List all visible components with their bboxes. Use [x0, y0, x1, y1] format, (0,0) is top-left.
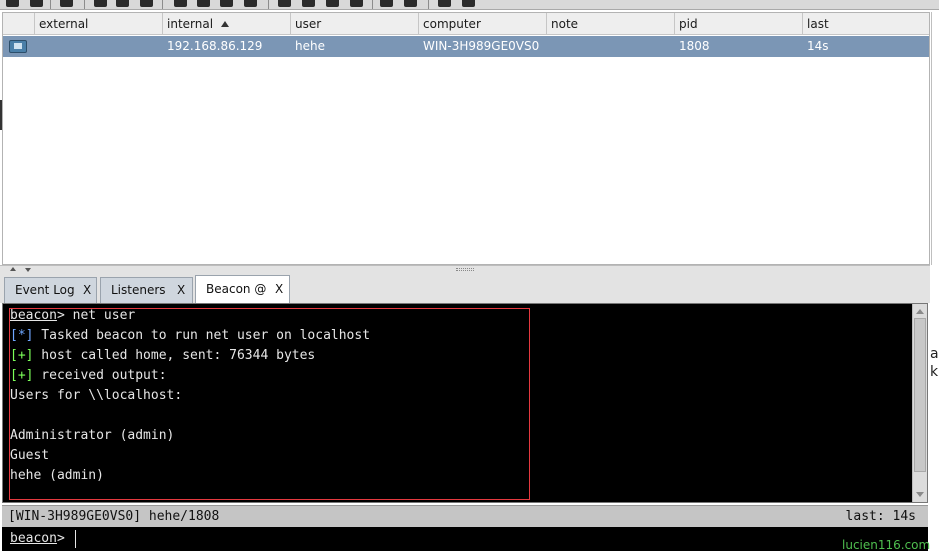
cube-icon[interactable] — [462, 0, 475, 7]
input-prompt: beacon> — [10, 531, 65, 546]
edge-text: k — [930, 364, 939, 380]
console-scrollbar[interactable] — [912, 304, 927, 502]
main-toolbar — [0, 0, 939, 10]
keystrokes-icon[interactable] — [220, 0, 233, 7]
cell-computer: WIN-3H989GE0VS0 — [423, 39, 540, 53]
command-line: beacon> — [2, 527, 928, 551]
column-header-pid[interactable]: pid — [675, 13, 803, 35]
notes-icon[interactable] — [438, 0, 451, 7]
tab-event-log[interactable]: Event Log X — [4, 277, 97, 303]
help-icon[interactable] — [380, 0, 393, 7]
column-header-icon[interactable] — [3, 13, 35, 35]
tab-close-button[interactable]: X — [83, 278, 91, 303]
table-row[interactable]: 192.168.86.129 hehe WIN-3H989GE0VS0 1808… — [3, 36, 929, 57]
host-file-icon[interactable] — [326, 0, 339, 7]
cell-note — [547, 36, 675, 57]
downloads-icon[interactable] — [197, 0, 210, 7]
toolbar-separator — [162, 0, 163, 9]
toolbar-separator — [428, 0, 429, 9]
edge-text: a — [930, 346, 939, 362]
cell-internal: 192.168.86.129 — [167, 39, 263, 53]
console-line: beacon> net user — [10, 308, 136, 323]
session-table-icon[interactable] — [116, 0, 129, 7]
watermark-text: lucien116.com — [842, 538, 931, 552]
console-line: [+] host called home, sent: 76344 bytes — [10, 348, 316, 363]
scripted-web-delivery-icon[interactable] — [302, 0, 315, 7]
console-line: [*] Tasked beacon to run net user on loc… — [10, 328, 371, 343]
scroll-down-icon[interactable] — [916, 492, 924, 497]
disconnect-icon[interactable] — [30, 0, 43, 7]
beacon-console[interactable]: beacon> net user [*] Tasked beacon to ru… — [2, 303, 928, 503]
cell-last: 14s — [807, 39, 829, 53]
column-header-external[interactable]: external — [35, 13, 163, 35]
targets-icon[interactable] — [140, 0, 153, 7]
column-header-internal[interactable]: internal — [163, 13, 291, 35]
new-connection-icon[interactable] — [6, 0, 19, 7]
log-icon[interactable] — [404, 0, 417, 7]
split-grip-icon[interactable] — [456, 268, 474, 271]
column-header-last[interactable]: last — [803, 13, 929, 35]
beacon-status-bar: [WIN-3H989GE0VS0] hehe/1808 last: 14s — [2, 505, 928, 527]
settings-gear-icon[interactable] — [278, 0, 291, 7]
status-last-seen: last: 14s — [845, 509, 916, 524]
toolbar-separator — [268, 0, 269, 9]
collapse-down-icon[interactable] — [25, 268, 31, 272]
scroll-up-icon[interactable] — [916, 309, 924, 314]
column-header-computer[interactable]: computer — [419, 13, 547, 35]
sort-ascending-icon — [221, 21, 230, 27]
console-line: Administrator (admin) — [10, 428, 175, 443]
tab-beacon[interactable]: Beacon @ X — [195, 275, 290, 303]
console-output: beacon> net user [*] Tasked beacon to ru… — [10, 306, 370, 486]
command-input[interactable] — [75, 530, 915, 548]
status-host: [WIN-3H989GE0VS0] hehe/1808 — [8, 509, 220, 524]
cell-pid: 1808 — [679, 39, 710, 53]
split-pane-divider[interactable] — [0, 265, 930, 273]
toolbar-separator — [84, 0, 85, 9]
console-line: Guest — [10, 448, 50, 463]
toolbar-separator — [50, 0, 51, 9]
screenshots-icon[interactable] — [244, 0, 257, 7]
table-edge — [931, 12, 939, 265]
toolbar-separator — [372, 0, 373, 9]
manage-sites-icon[interactable] — [350, 0, 363, 7]
windows-host-icon — [9, 40, 27, 53]
cell-external — [35, 36, 163, 57]
tab-close-button[interactable]: X — [275, 276, 283, 302]
column-header-note[interactable]: note — [547, 13, 675, 35]
cell-user: hehe — [295, 39, 325, 53]
column-header-user[interactable]: user — [291, 13, 419, 35]
table-header: external internal user computer note pid… — [3, 13, 929, 35]
tab-close-button[interactable]: X — [177, 278, 185, 303]
scroll-thumb[interactable] — [914, 318, 926, 472]
session-table: external internal user computer note pid… — [2, 12, 930, 265]
listeners-icon[interactable] — [60, 0, 73, 7]
console-line: [+] received output: — [10, 368, 167, 383]
collapse-up-icon[interactable] — [10, 267, 16, 271]
tab-bar: Event Log X Listeners X Beacon @ X — [0, 273, 930, 303]
tab-listeners[interactable]: Listeners X — [100, 277, 193, 303]
console-line: Users for \\localhost: — [10, 388, 183, 403]
credentials-icon[interactable] — [174, 0, 187, 7]
console-line: hehe (admin) — [10, 468, 104, 483]
pivot-graph-icon[interactable] — [94, 0, 107, 7]
